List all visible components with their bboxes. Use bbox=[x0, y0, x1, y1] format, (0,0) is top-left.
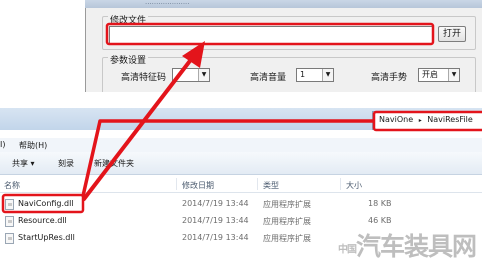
annotation-arrow bbox=[81, 41, 374, 201]
watermark-logo: 中国汽车装具网 bbox=[337, 227, 477, 263]
highlight-file-input bbox=[105, 22, 435, 46]
watermark-prefix: 中国 bbox=[337, 244, 357, 256]
annotation-overlay bbox=[1, 22, 482, 214]
highlight-naviconfig bbox=[1, 193, 85, 214]
highlight-breadcrumb bbox=[372, 110, 482, 132]
watermark-text: 汽车装具网 bbox=[355, 232, 477, 261]
